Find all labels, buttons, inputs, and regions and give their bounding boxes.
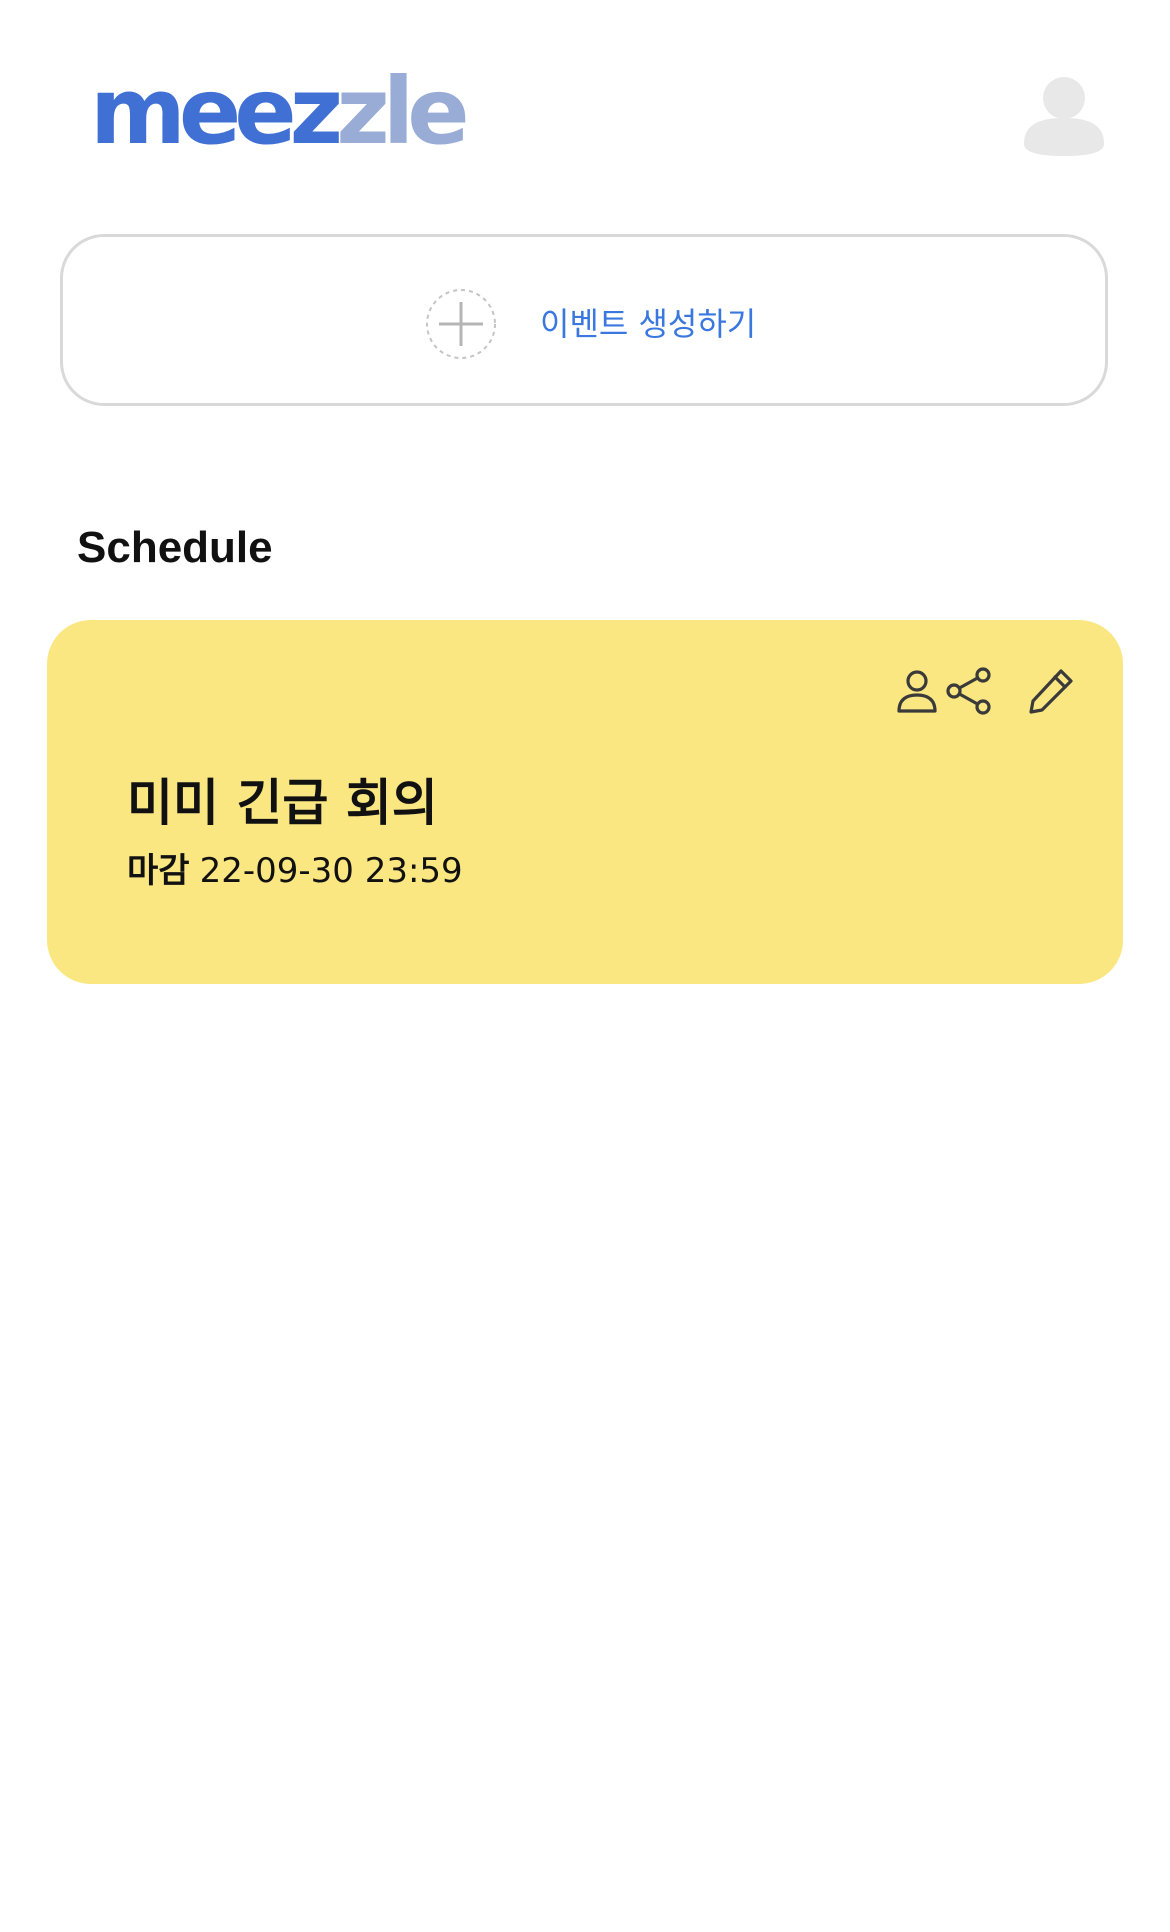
pencil-icon[interactable] <box>1027 667 1075 715</box>
section-title: Schedule <box>77 523 273 572</box>
person-icon[interactable] <box>893 667 941 715</box>
deadline-label: 마감 <box>127 851 190 891</box>
plus-circle-icon <box>425 288 497 360</box>
share-icon[interactable] <box>945 667 993 715</box>
deadline-value: 22-09-30 23:59 <box>199 851 463 891</box>
logo-text-secondary: zle <box>336 58 470 165</box>
schedule-deadline: 마감 22-09-30 23:59 <box>127 846 463 896</box>
user-avatar-icon[interactable] <box>1022 72 1106 156</box>
logo-text-primary: meez <box>90 58 343 165</box>
app-logo[interactable]: meez zle <box>90 66 470 158</box>
schedule-card[interactable]: 미미 긴급 회의 마감 22-09-30 23:59 <box>47 620 1123 984</box>
create-event-button[interactable]: 이벤트 생성하기 <box>60 234 1108 406</box>
schedule-title: 미미 긴급 회의 <box>127 774 438 832</box>
create-event-label: 이벤트 생성하기 <box>540 305 757 343</box>
